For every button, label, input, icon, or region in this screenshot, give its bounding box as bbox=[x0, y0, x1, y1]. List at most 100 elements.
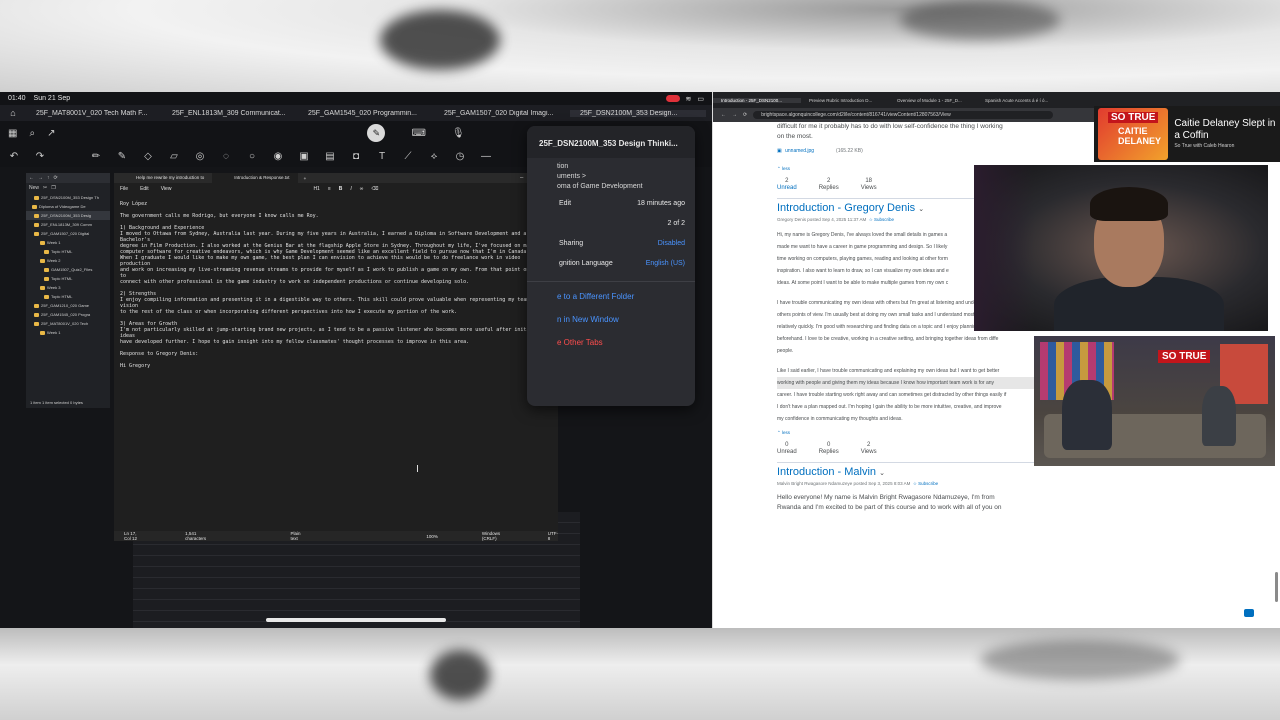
back-icon[interactable]: ← bbox=[721, 112, 726, 118]
attachment[interactable]: ▣ unnamed.jpg (165.22 KB) bbox=[777, 148, 1047, 155]
refresh-icon[interactable]: ⟳ bbox=[54, 175, 58, 181]
minimize-icon[interactable]: – bbox=[520, 175, 523, 182]
subscribe-link[interactable]: ☆ Subscribe bbox=[869, 217, 894, 222]
explorer-row[interactable]: 25F_MAT8001V_020 Tech bbox=[26, 319, 110, 328]
ruler-icon[interactable]: ⟋ bbox=[402, 151, 414, 162]
reload-icon[interactable]: ⟳ bbox=[743, 112, 747, 118]
browser-tab-spanish[interactable]: Spanish Acute Accents á é í ó... bbox=[977, 98, 1065, 103]
explorer-row[interactable]: Week 1 bbox=[26, 328, 110, 337]
share-icon[interactable]: ↗ bbox=[47, 128, 55, 139]
menu-edit[interactable]: Edit bbox=[140, 186, 149, 192]
bold-icon[interactable]: B bbox=[339, 186, 343, 192]
tab-gam1545[interactable]: 25F_GAM1545_020 Programmin... bbox=[298, 110, 434, 117]
microphone-icon[interactable]: 🎙 bbox=[452, 128, 465, 139]
pencil-tool-icon[interactable]: ✎ bbox=[116, 151, 128, 162]
explorer-row[interactable]: Week 2 bbox=[26, 256, 110, 265]
explorer-row[interactable]: 25F_DSN2100M_353 Design Th bbox=[26, 193, 110, 202]
browser-tab-rubric[interactable]: Preview Rubric Introduction D... bbox=[801, 98, 889, 103]
explorer-row[interactable]: Week 3 bbox=[26, 283, 110, 292]
new-button[interactable]: New bbox=[29, 185, 39, 191]
forward-icon[interactable]: → bbox=[732, 112, 737, 118]
browser-tab-overview[interactable]: Overview of Module 1 - 25F_D... bbox=[889, 98, 977, 103]
clear-format-icon[interactable]: ⌫ bbox=[371, 186, 378, 192]
subscribe-link-2[interactable]: ☆ Subscribe bbox=[913, 481, 938, 486]
explorer-row[interactable]: Week 1 bbox=[26, 238, 110, 247]
close-other-tabs-action[interactable]: e Other Tabs bbox=[527, 328, 695, 351]
search-icon[interactable]: ⌕ bbox=[29, 128, 35, 139]
page-scrollbar[interactable] bbox=[1275, 572, 1278, 602]
color-swatches-icon[interactable]: — bbox=[480, 151, 492, 162]
lasso-alt-icon[interactable]: ○ bbox=[246, 151, 258, 162]
grid-icon[interactable]: ▦ bbox=[8, 128, 17, 139]
timer-icon[interactable]: ◷ bbox=[454, 151, 466, 162]
explorer-row[interactable]: 25F_ENL1813M_309 Comm bbox=[26, 220, 110, 229]
image-icon[interactable]: ▤ bbox=[324, 151, 336, 162]
list-icon[interactable]: ≡ bbox=[328, 186, 331, 192]
keyboard-icon[interactable]: ⌨ bbox=[411, 128, 425, 139]
notepad-tab-help[interactable]: Help me rewrite my introduction to bbox=[114, 173, 212, 183]
eraser-icon[interactable]: ◇ bbox=[142, 151, 154, 162]
new-tab-icon[interactable]: + bbox=[298, 176, 307, 181]
notepad-tab-introduction[interactable]: Introduction & Response.txt bbox=[212, 173, 298, 183]
home-icon[interactable]: ⌂ bbox=[0, 108, 26, 118]
tab-enl1813m[interactable]: 25F_ENL1813M_309 Communicat... bbox=[162, 110, 298, 117]
ai-tool-icon[interactable]: ◉ bbox=[272, 151, 284, 162]
link-icon[interactable]: ∞ bbox=[360, 186, 364, 192]
explorer-row[interactable]: Topic HTML bbox=[26, 247, 110, 256]
move-to-folder-action[interactable]: e to a Different Folder bbox=[527, 282, 695, 305]
explorer-row[interactable]: Topic HTML bbox=[26, 274, 110, 283]
textbox-icon[interactable]: T bbox=[376, 151, 388, 162]
laser-icon[interactable]: ⟡ bbox=[428, 151, 440, 162]
explorer-row-label: Topic HTML bbox=[51, 249, 73, 254]
heading-select[interactable]: H1 bbox=[313, 186, 319, 192]
post-line: Like I said earlier, I have trouble comm… bbox=[777, 368, 1000, 374]
explorer-row[interactable]: 25F_GAM1545_020 Progra bbox=[26, 310, 110, 319]
highlighter-icon[interactable]: ▱ bbox=[168, 151, 180, 162]
less-link-2[interactable]: ⌃ less bbox=[777, 429, 1047, 436]
attachment-name[interactable]: unnamed.jpg bbox=[785, 148, 814, 154]
italic-icon[interactable]: I bbox=[350, 186, 351, 192]
explorer-row[interactable]: GAM1507_Quiz2_Files bbox=[26, 265, 110, 274]
zoom-level: 100% bbox=[426, 533, 438, 539]
camera-icon[interactable]: ◘ bbox=[350, 151, 362, 162]
recognition-language-value[interactable]: English (US) bbox=[646, 260, 685, 267]
tab-dsn2100m[interactable]: 25F_DSN2100M_353 Design... bbox=[570, 109, 706, 117]
pen-mode-icon[interactable]: ✎ bbox=[367, 124, 386, 142]
explorer-row[interactable]: 25F_GAM1210_020 Game bbox=[26, 301, 110, 310]
tab-gam1507[interactable]: 25F_GAM1507_020 Digital Imagi... bbox=[434, 110, 570, 117]
explorer-row-label: Week 3 bbox=[47, 285, 61, 290]
open-new-window-action[interactable]: n in New Window bbox=[527, 305, 695, 328]
url-field[interactable]: brightspace.algonquincollege.com/d2l/le/… bbox=[753, 111, 1054, 119]
shapes-icon[interactable]: ◎ bbox=[194, 151, 206, 162]
explorer-row[interactable]: Topic HTML bbox=[26, 292, 110, 301]
lasso-icon[interactable]: ◌ bbox=[220, 151, 232, 162]
edit-value: 18 minutes ago bbox=[637, 200, 685, 207]
browser-tab-introduction[interactable]: Introduction - 25F_DSN2100... bbox=[713, 97, 801, 103]
post-line: my confidence in communicating my though… bbox=[777, 416, 903, 422]
explorer-row[interactable]: 25F_DSN2100M_353 Desig bbox=[26, 211, 110, 220]
post-title-malvin[interactable]: Introduction - Malvin ⌄ bbox=[777, 467, 1047, 478]
folder-icon bbox=[32, 204, 37, 209]
back-icon[interactable]: ← bbox=[29, 175, 34, 181]
tab-mat8001v[interactable]: 25F_MAT8001V_020 Tech Math F... bbox=[26, 110, 162, 117]
explorer-tabbar: ← → ↑ ⟳ bbox=[26, 173, 110, 183]
recording-indicator-icon bbox=[665, 95, 680, 102]
cut-icon[interactable]: ✂ bbox=[43, 185, 47, 191]
menu-file[interactable]: File bbox=[120, 186, 128, 192]
notepad-text-area[interactable]: Roy López The government calls me Rodrig… bbox=[114, 195, 558, 521]
undo-icon[interactable]: ↶ bbox=[8, 151, 20, 162]
forward-icon[interactable]: → bbox=[38, 175, 43, 181]
sticker-icon[interactable]: ▣ bbox=[298, 151, 310, 162]
sharing-value[interactable]: Disabled bbox=[658, 240, 685, 247]
menu-view[interactable]: View bbox=[161, 186, 172, 192]
explorer-row[interactable]: 25F_GAM1507_020 Digital bbox=[26, 229, 110, 238]
chat-icon[interactable] bbox=[1244, 609, 1254, 617]
copy-icon[interactable]: ❐ bbox=[51, 185, 55, 191]
pen-tool-icon[interactable]: ✏ bbox=[90, 151, 102, 162]
folder-icon bbox=[40, 330, 45, 335]
up-icon[interactable]: ↑ bbox=[47, 175, 50, 181]
redo-icon[interactable]: ↷ bbox=[34, 151, 46, 162]
replies-label: Replies bbox=[818, 185, 839, 191]
explorer-row[interactable]: Diploma of Videogame De bbox=[26, 202, 110, 211]
post-line: I don't have a plan mapped out. I'm hopi… bbox=[777, 404, 1002, 410]
